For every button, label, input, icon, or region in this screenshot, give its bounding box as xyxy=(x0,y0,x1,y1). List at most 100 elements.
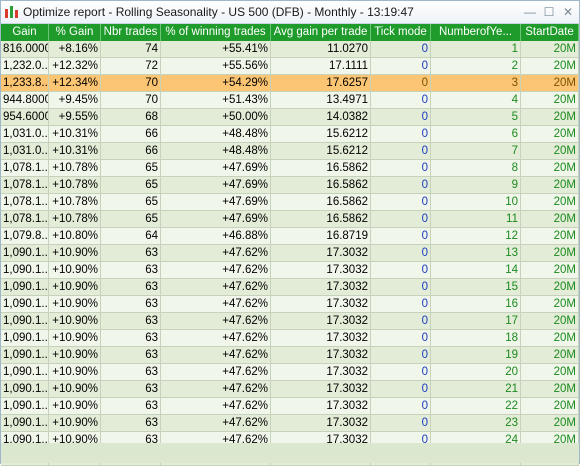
table-cell: +8.16% xyxy=(49,41,101,57)
table-row[interactable]: 1,079.8... +10.80% 64 +46.88% 16.8719 0 12 20M xyxy=(1,228,579,245)
table-row[interactable]: 1,090.1... +10.90% 63 +47.62% 17.3032 0 17 20M xyxy=(1,313,579,330)
column-header[interactable]: StartDate xyxy=(521,24,579,41)
table-row[interactable]: 944.8000 +9.45% 70 +51.43% 13.4971 0 4 20M xyxy=(1,92,579,109)
table-cell: 65 xyxy=(101,211,161,227)
table-row[interactable]: 1,090.1... +10.90% 63 +47.62% 17.3032 0 22 20M xyxy=(1,398,579,415)
column-header[interactable]: NumberofYe... xyxy=(431,24,521,41)
column-header[interactable]: % of winning trades xyxy=(161,24,271,41)
table-cell: 17.3032 xyxy=(271,330,371,346)
column-header[interactable]: Gain xyxy=(1,24,49,41)
table-cell: 66 xyxy=(101,143,161,159)
table-cell: 74 xyxy=(101,41,161,57)
table-cell: 20M xyxy=(521,364,579,380)
table-row[interactable]: 1,078.1... +10.78% 65 +47.69% 16.5862 0 10 20M xyxy=(1,194,579,211)
table-cell: 20M xyxy=(521,75,579,91)
table-cell: +10.78% xyxy=(49,177,101,193)
table-cell: +10.90% xyxy=(49,279,101,295)
table-cell: 63 xyxy=(101,279,161,295)
table-cell: 63 xyxy=(101,398,161,414)
table-cell: 6 xyxy=(431,126,521,142)
table-cell: +47.62% xyxy=(161,245,271,261)
minimize-button[interactable]: — xyxy=(522,4,538,20)
table-cell: 1,031.0... xyxy=(3,143,49,159)
table-cell: 20M xyxy=(521,211,579,227)
table-cell: +10.90% xyxy=(49,313,101,329)
table-cell: 1,078.1... xyxy=(3,194,49,210)
table-row[interactable]: 1,031.0... +10.31% 66 +48.48% 15.6212 0 7 20M xyxy=(1,143,579,160)
table-cell: 8 xyxy=(431,160,521,176)
table-cell: 17.3032 xyxy=(271,245,371,261)
column-header[interactable]: Nbr trades xyxy=(101,24,161,41)
column-header[interactable]: Avg gain per trade xyxy=(271,24,371,41)
table-cell: +47.62% xyxy=(161,296,271,312)
table-cell: 11 xyxy=(431,211,521,227)
table-row[interactable]: 1,078.1... +10.78% 65 +47.69% 16.5862 0 9 20M xyxy=(1,177,579,194)
table-row[interactable]: 1,090.1... +10.90% 63 +47.62% 17.3032 0 23 20M xyxy=(1,415,579,432)
table-cell: 17.3032 xyxy=(271,381,371,397)
table-cell: +10.90% xyxy=(49,415,101,431)
table-cell: +51.43% xyxy=(161,92,271,108)
table-cell: +46.88% xyxy=(161,228,271,244)
table-cell: 13 xyxy=(431,245,521,261)
table-cell: +10.90% xyxy=(49,398,101,414)
table-cell: 1,233.8... xyxy=(3,75,49,91)
table-row[interactable]: 1,090.1... +10.90% 63 +47.62% 17.3032 0 15 20M xyxy=(1,279,579,296)
table-row[interactable]: 1,090.1... +10.90% 63 +47.62% 17.3032 0 13 20M xyxy=(1,245,579,262)
table-cell: 0 xyxy=(371,262,431,278)
table-cell: 17.3032 xyxy=(271,279,371,295)
table-cell: 17.3032 xyxy=(271,296,371,312)
table-row[interactable]: 816.0000 +8.16% 74 +55.41% 11.0270 0 1 20M xyxy=(1,41,579,58)
table-cell: +47.62% xyxy=(161,347,271,363)
table-row[interactable]: 1,078.1... +10.78% 65 +47.69% 16.5862 0 8 20M xyxy=(1,160,579,177)
table-cell: 0 xyxy=(371,279,431,295)
table-header: Gain% Gain Nbr trades% of winning trades A… xyxy=(1,24,579,41)
table-cell: 17.3032 xyxy=(271,313,371,329)
table-cell: +10.90% xyxy=(49,330,101,346)
window-title: Optimize report - Rolling Seasonality - … xyxy=(23,5,414,19)
table-row[interactable]: 1,090.1... +10.90% 63 +47.62% 17.3032 0 20 20M xyxy=(1,364,579,381)
table-row[interactable]: 1,090.1... +10.90% 63 +47.62% 17.3032 0 16 20M xyxy=(1,296,579,313)
table-row[interactable]: 1,090.1... +10.90% 63 +47.62% 17.3032 0 19 20M xyxy=(1,347,579,364)
table-cell: 0 xyxy=(371,347,431,363)
title-bar[interactable]: Optimize report - Rolling Seasonality - … xyxy=(1,1,579,24)
table-cell: 1,090.1... xyxy=(3,398,49,414)
table-cell: +10.78% xyxy=(49,160,101,176)
table-cell: 11.0270 xyxy=(271,41,371,57)
table-cell: +55.41% xyxy=(161,41,271,57)
table-cell: 0 xyxy=(371,228,431,244)
table-cell: 64 xyxy=(101,228,161,244)
table-row[interactable]: 1,090.1... +10.90% 63 +47.62% 17.3032 0 18 20M xyxy=(1,330,579,347)
table-row[interactable]: 1,078.1... +10.78% 65 +47.69% 16.5862 0 11 20M xyxy=(1,211,579,228)
table-row[interactable]: 1,233.8... +12.34% 70 +54.29% 17.6257 0 3 20M xyxy=(1,75,579,92)
table-cell: 70 xyxy=(101,75,161,91)
table-row[interactable]: 1,090.1... +10.90% 63 +47.62% 17.3032 0 21 20M xyxy=(1,381,579,398)
table-cell: 0 xyxy=(371,41,431,57)
table-cell: +10.90% xyxy=(49,347,101,363)
restore-button[interactable]: ☐ xyxy=(541,4,557,20)
table-cell: 12 xyxy=(431,228,521,244)
table-row[interactable]: 1,232.0... +12.32% 72 +55.56% 17.1111 0 2 20M xyxy=(1,58,579,75)
table-cell: 954.6000 xyxy=(3,109,49,125)
table-cell: 20M xyxy=(521,262,579,278)
table-cell: 16.5862 xyxy=(271,160,371,176)
table-cell: 20M xyxy=(521,194,579,210)
table-row[interactable]: 1,031.0... +10.31% 66 +48.48% 15.6212 0 6 20M xyxy=(1,126,579,143)
table-cell: +47.69% xyxy=(161,194,271,210)
table-cell: 0 xyxy=(371,75,431,91)
table-cell: 20M xyxy=(521,160,579,176)
table-row[interactable]: 954.6000 +9.55% 68 +50.00% 14.0382 0 5 20M xyxy=(1,109,579,126)
column-header[interactable]: % Gain xyxy=(49,24,101,41)
table-cell: 72 xyxy=(101,58,161,74)
close-button[interactable]: ✕ xyxy=(560,4,576,20)
table-cell: 20M xyxy=(521,245,579,261)
table-cell: +55.56% xyxy=(161,58,271,74)
column-header[interactable]: Tick mode xyxy=(371,24,431,41)
table-cell: 0 xyxy=(371,92,431,108)
table-cell: 20M xyxy=(521,347,579,363)
table-cell: 20M xyxy=(521,177,579,193)
table-cell: +48.48% xyxy=(161,143,271,159)
table-cell: +47.62% xyxy=(161,381,271,397)
table-cell: 16.5862 xyxy=(271,194,371,210)
table-row[interactable]: 1,090.1... +10.90% 63 +47.62% 17.3032 0 14 20M xyxy=(1,262,579,279)
table-cell: 63 xyxy=(101,262,161,278)
